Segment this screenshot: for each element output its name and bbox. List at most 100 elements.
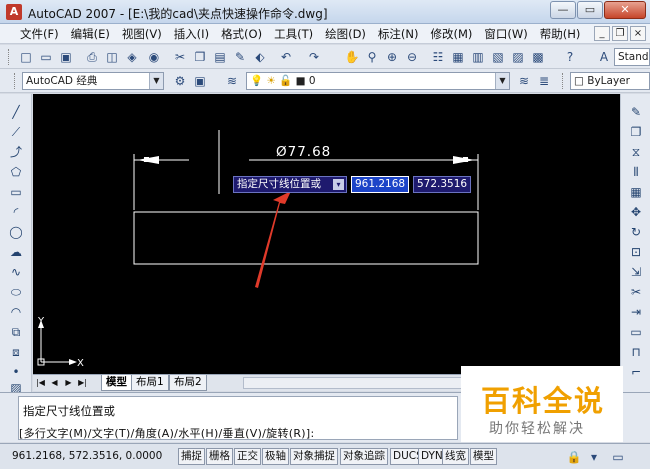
- pan-icon[interactable]: ✋: [344, 49, 360, 65]
- tool-palettes-icon[interactable]: ▥: [470, 49, 486, 65]
- menu-insert[interactable]: 插入(I): [168, 26, 215, 42]
- layer-freeze-icon[interactable]: ☀: [266, 75, 275, 87]
- tab-layout1[interactable]: 布局1: [131, 375, 169, 391]
- ellipse-arc-icon[interactable]: ◠: [8, 304, 24, 320]
- zoom-realtime-icon[interactable]: ⚲: [364, 49, 380, 65]
- polar-toggle[interactable]: 极轴: [262, 448, 289, 465]
- toolbar-grip[interactable]: [562, 73, 565, 89]
- point-icon[interactable]: •: [8, 364, 24, 380]
- make-block-icon[interactable]: ⧈: [8, 344, 24, 360]
- scale-icon[interactable]: ⊡: [628, 244, 644, 260]
- command-history[interactable]: 指定尺寸线位置或 [多行文字(M)/文字(T)/角度(A)/水平(H)/垂直(V…: [18, 396, 458, 440]
- layer-on-icon[interactable]: 💡: [250, 75, 263, 87]
- grid-toggle[interactable]: 栅格: [206, 448, 233, 465]
- menu-help[interactable]: 帮助(H): [534, 26, 587, 42]
- lock-icon[interactable]: 🔒: [566, 449, 582, 465]
- chevron-down-icon[interactable]: ▼: [495, 73, 509, 89]
- doc-restore-button[interactable]: ❐: [612, 26, 628, 41]
- workspace-select[interactable]: AutoCAD 经典 ▼: [22, 72, 164, 90]
- close-button[interactable]: ✕: [604, 1, 646, 19]
- menu-file[interactable]: 文件(F): [14, 26, 65, 42]
- workspace-settings-icon[interactable]: ⚙: [172, 73, 188, 89]
- sheet-set-icon[interactable]: ▧: [490, 49, 506, 65]
- lineweight-toggle[interactable]: 线宽: [442, 448, 469, 465]
- toolbar-grip[interactable]: [8, 49, 11, 65]
- minimize-button[interactable]: —: [550, 1, 576, 19]
- maximize-button[interactable]: ▭: [577, 1, 603, 19]
- arc-icon[interactable]: ◜: [8, 204, 24, 220]
- copy-icon[interactable]: ❐: [192, 49, 208, 65]
- polygon-icon[interactable]: ⬠: [8, 164, 24, 180]
- print-preview-icon[interactable]: ◫: [104, 49, 120, 65]
- status-menu-icon[interactable]: ▾: [586, 449, 602, 465]
- menu-view[interactable]: 视图(V): [116, 26, 168, 42]
- next-tab-icon[interactable]: ▶: [63, 377, 74, 389]
- menu-format[interactable]: 格式(O): [215, 26, 268, 42]
- open-file-icon[interactable]: ▭: [38, 49, 54, 65]
- osnap-toggle[interactable]: 对象捕捉: [290, 448, 338, 465]
- chamfer-icon[interactable]: ⌐: [628, 364, 644, 380]
- clean-screen-icon[interactable]: ▭: [610, 449, 626, 465]
- layer-select[interactable]: 💡 ☀ 🔓 ■ 0 ▼: [246, 72, 510, 90]
- grip-marker-right[interactable]: [463, 157, 468, 162]
- block-editor-icon[interactable]: ⬖: [252, 49, 268, 65]
- chevron-down-icon[interactable]: ▼: [149, 73, 163, 89]
- doc-minimize-button[interactable]: _: [594, 26, 610, 41]
- color-select[interactable]: □ ByLayer: [570, 72, 650, 90]
- menu-dimension[interactable]: 标注(N): [372, 26, 425, 42]
- join-icon[interactable]: ⊓: [628, 344, 644, 360]
- ortho-toggle[interactable]: 正交: [234, 448, 261, 465]
- make-current-layer-icon[interactable]: ≋: [516, 73, 532, 89]
- toolbar-grip[interactable]: [14, 73, 17, 89]
- insert-block-icon[interactable]: ⧉: [8, 324, 24, 340]
- menu-draw[interactable]: 绘图(D): [319, 26, 372, 42]
- print-icon[interactable]: ⎙: [84, 49, 100, 65]
- new-file-icon[interactable]: □: [18, 49, 34, 65]
- design-center-icon[interactable]: ▦: [450, 49, 466, 65]
- grip-marker-left[interactable]: [144, 157, 149, 162]
- doc-close-button[interactable]: ×: [630, 26, 646, 41]
- zoom-window-icon[interactable]: ⊕: [384, 49, 400, 65]
- markup-icon[interactable]: ▨: [510, 49, 526, 65]
- offset-icon[interactable]: ⫴: [628, 164, 644, 180]
- text-style-select[interactable]: Stand: [614, 48, 650, 66]
- layer-previous-icon[interactable]: ≣: [536, 73, 552, 89]
- copy-object-icon[interactable]: ❐: [628, 124, 644, 140]
- autocad-app-icon[interactable]: A: [6, 4, 22, 20]
- cut-icon[interactable]: ✂: [172, 49, 188, 65]
- rectangle-icon[interactable]: ▭: [8, 184, 24, 200]
- extend-icon[interactable]: ⇥: [628, 304, 644, 320]
- save-icon[interactable]: ▣: [58, 49, 74, 65]
- layer-manager-icon[interactable]: ≋: [224, 73, 240, 89]
- rotate-icon[interactable]: ↻: [628, 224, 644, 240]
- cursor-coordinates[interactable]: 961.2168, 572.3516, 0.0000: [12, 450, 162, 462]
- otrack-toggle[interactable]: 对象追踪: [340, 448, 388, 465]
- text-style-icon[interactable]: A: [596, 49, 612, 65]
- properties-icon[interactable]: ☷: [430, 49, 446, 65]
- tab-layout2[interactable]: 布局2: [169, 375, 207, 391]
- polyline-icon[interactable]: ⤴: [8, 144, 24, 160]
- menu-tools[interactable]: 工具(T): [268, 26, 319, 42]
- y-coordinate-input[interactable]: 572.3516: [413, 176, 471, 193]
- snap-toggle[interactable]: 捕捉: [178, 448, 205, 465]
- construction-line-icon[interactable]: ⟋: [8, 124, 24, 140]
- options-dropdown-icon[interactable]: ▾: [333, 179, 344, 190]
- zoom-previous-icon[interactable]: ⊖: [404, 49, 420, 65]
- array-icon[interactable]: ▦: [628, 184, 644, 200]
- drawing-canvas[interactable]: Y X Ø77.68 指定尺寸线位置或 ▾ 961.2168 572.3516: [33, 94, 620, 374]
- publish-icon[interactable]: ◈: [124, 49, 140, 65]
- stretch-icon[interactable]: ⇲: [628, 264, 644, 280]
- mirror-icon[interactable]: ⧖: [628, 144, 644, 160]
- undo-icon[interactable]: ↶: [278, 49, 294, 65]
- layer-lock-icon[interactable]: 🔓: [279, 75, 292, 87]
- last-tab-icon[interactable]: ▶|: [77, 377, 88, 389]
- trim-icon[interactable]: ✂: [628, 284, 644, 300]
- x-coordinate-input[interactable]: 961.2168: [351, 176, 409, 193]
- line-icon[interactable]: ╱: [8, 104, 24, 120]
- workspace-save-icon[interactable]: ▣: [192, 73, 208, 89]
- paste-icon[interactable]: ▤: [212, 49, 228, 65]
- match-properties-icon[interactable]: ✎: [232, 49, 248, 65]
- tab-model[interactable]: 模型: [101, 375, 132, 391]
- first-tab-icon[interactable]: |◀: [35, 377, 46, 389]
- redo-icon[interactable]: ↷: [306, 49, 322, 65]
